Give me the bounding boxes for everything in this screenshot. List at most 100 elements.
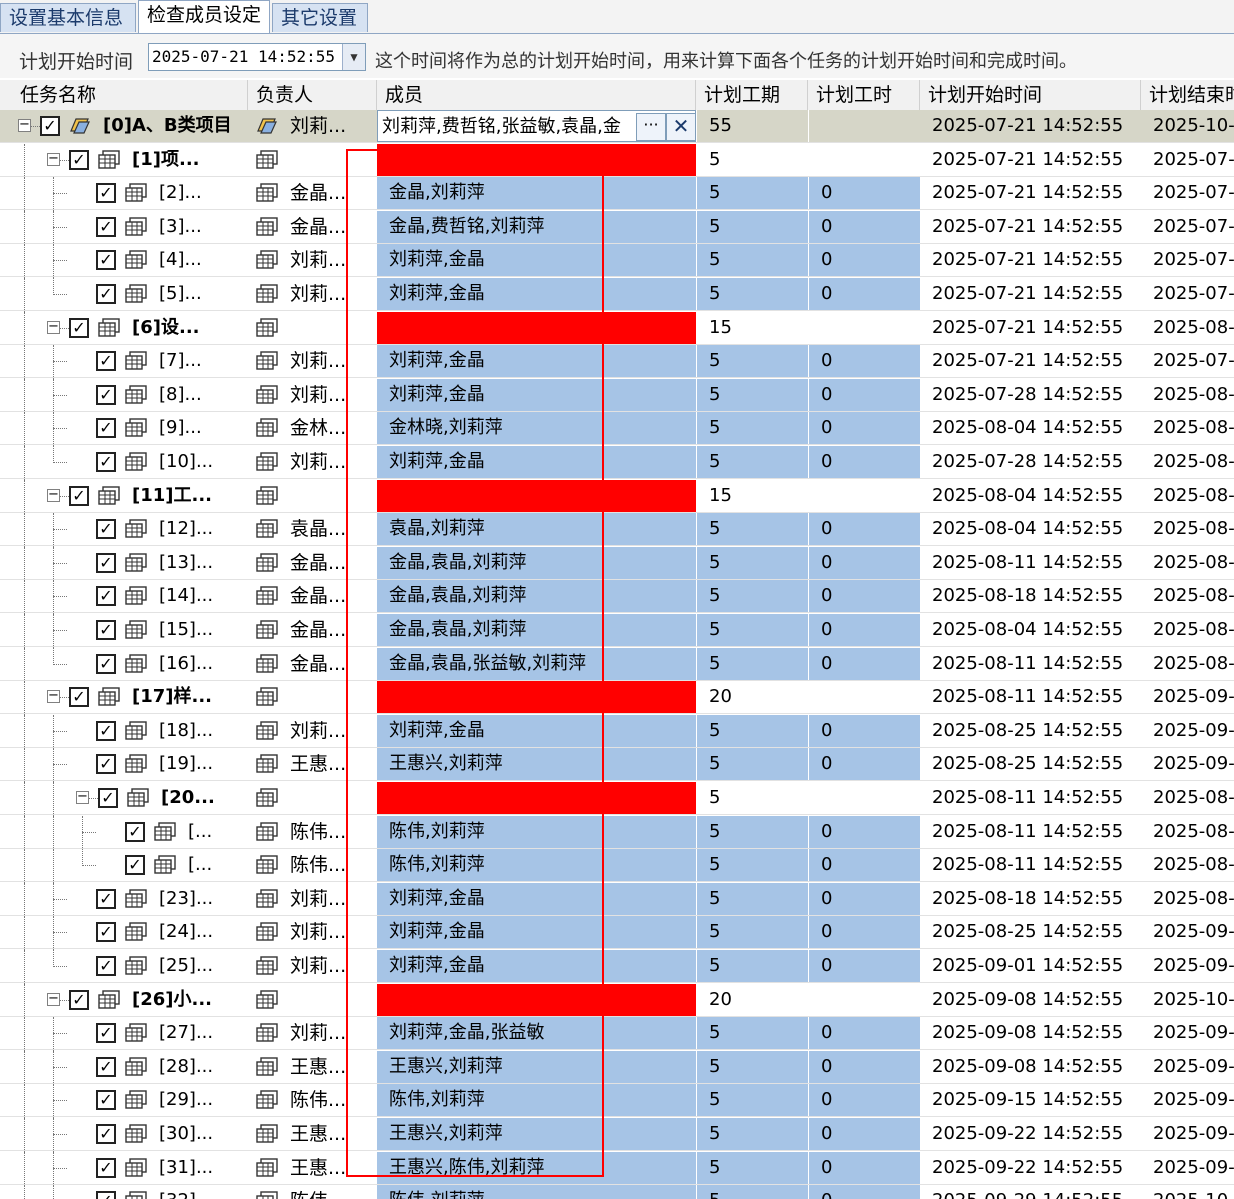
hours-cell[interactable] [808, 144, 920, 176]
hours-cell[interactable] [808, 480, 920, 512]
members-cell[interactable]: 陈伟,刘莉萍 [377, 1185, 696, 1199]
members-cell[interactable]: 刘莉萍,金晶 [377, 883, 696, 915]
duration-cell[interactable]: 5 [696, 244, 808, 276]
hours-cell[interactable]: 0 [808, 211, 920, 243]
duration-cell[interactable]: 5 [696, 1118, 808, 1150]
tab-member-settings[interactable]: 检查成员设定 [138, 0, 270, 34]
duration-cell[interactable]: 5 [696, 345, 808, 377]
hours-cell[interactable]: 0 [808, 547, 920, 579]
task-checkbox[interactable]: ✓ [96, 217, 116, 237]
task-checkbox[interactable]: ✓ [96, 1158, 116, 1178]
members-cell[interactable]: 金晶,袁晶,刘莉萍 [377, 614, 696, 646]
task-row[interactable]: ✓ [29]... 陈伟... 陈伟,刘莉萍 5 0 2025-09-15 14:52:55… [0, 1084, 1234, 1118]
duration-cell[interactable]: 20 [696, 681, 808, 713]
members-cell[interactable] [377, 312, 696, 344]
members-cell[interactable]: 王惠兴,陈伟,刘莉萍 [377, 1152, 696, 1184]
duration-cell[interactable]: 5 [696, 1152, 808, 1184]
hours-cell[interactable]: 0 [808, 816, 920, 848]
duration-cell[interactable]: 15 [696, 480, 808, 512]
members-cell[interactable]: 陈伟,刘莉萍 [377, 849, 696, 881]
duration-cell[interactable]: 5 [696, 849, 808, 881]
task-checkbox[interactable]: ✓ [96, 922, 116, 942]
clear-icon[interactable]: ✕ [666, 113, 696, 141]
hours-cell[interactable]: 0 [808, 345, 920, 377]
hours-cell[interactable] [808, 110, 920, 142]
members-cell[interactable]: 刘莉萍,金晶 [377, 950, 696, 982]
group-row[interactable]: −✓ [20... 5 2025-08-11 14:52:55 2025-08-1 [0, 782, 1234, 816]
task-checkbox[interactable]: ✓ [96, 956, 116, 976]
task-row[interactable]: ✓ [15]... 金晶... 金晶,袁晶,刘莉萍 5 0 2025-08-04 14:52… [0, 614, 1234, 648]
task-checkbox[interactable]: ✓ [96, 1191, 116, 1199]
group-row[interactable]: −✓ [6]设... 15 2025-07-21 14:52:55 2025-08-1 [0, 312, 1234, 346]
task-row[interactable]: ✓ [5]... 刘莉... 刘莉萍,金晶 5 0 2025-07-21 14:52:55 2… [0, 278, 1234, 312]
task-checkbox[interactable]: ✓ [96, 889, 116, 909]
task-checkbox[interactable]: ✓ [96, 1124, 116, 1144]
duration-cell[interactable]: 5 [696, 1084, 808, 1116]
task-row[interactable]: ✓ [27]... 刘莉... 刘莉萍,金晶,张益敏 5 0 2025-09-08 14:5… [0, 1017, 1234, 1051]
members-cell[interactable]: 金晶,袁晶,刘莉萍 [377, 547, 696, 579]
task-row[interactable]: ✓ [... 陈伟... 陈伟,刘莉萍 5 0 2025-08-11 14:52:55 202… [0, 816, 1234, 850]
col-header-start[interactable]: 计划开始时间 [920, 80, 1141, 110]
col-header-hours[interactable]: 计划工时 [808, 80, 920, 110]
task-row[interactable]: ✓ [18]... 刘莉... 刘莉萍,金晶 5 0 2025-08-25 14:52:55… [0, 715, 1234, 749]
task-row[interactable]: ✓ [24]... 刘莉... 刘莉萍,金晶 5 0 2025-08-25 14:52:55… [0, 916, 1234, 950]
task-row[interactable]: ✓ [10]... 刘莉... 刘莉萍,金晶 5 0 2025-07-28 14:52:55… [0, 446, 1234, 480]
hours-cell[interactable] [808, 782, 920, 814]
tab-basic-info[interactable]: 设置基本信息 [0, 3, 136, 32]
duration-cell[interactable]: 5 [696, 782, 808, 814]
hours-cell[interactable]: 0 [808, 648, 920, 680]
dropdown-arrow-icon[interactable]: ▼ [342, 44, 365, 70]
hours-cell[interactable]: 0 [808, 1084, 920, 1116]
task-checkbox[interactable]: ✓ [125, 822, 145, 842]
members-cell[interactable]: 刘莉萍,金晶 [377, 345, 696, 377]
members-cell[interactable] [377, 144, 696, 176]
hours-cell[interactable] [808, 312, 920, 344]
members-cell[interactable]: 刘莉萍,金晶 [377, 446, 696, 478]
task-checkbox[interactable]: ✓ [96, 1090, 116, 1110]
duration-cell[interactable]: 5 [696, 412, 808, 444]
task-row[interactable]: ✓ [9]... 金林... 金林晓,刘莉萍 5 0 2025-08-04 14:52:55… [0, 412, 1234, 446]
hours-cell[interactable]: 0 [808, 1185, 920, 1199]
col-header-owner[interactable]: 负责人 [248, 80, 377, 110]
task-checkbox[interactable]: ✓ [69, 990, 89, 1010]
duration-cell[interactable]: 5 [696, 211, 808, 243]
task-checkbox[interactable]: ✓ [69, 150, 89, 170]
task-row[interactable]: ✓ [31]... 王惠... 王惠兴,陈伟,刘莉萍 5 0 2025-09-22 14:5… [0, 1152, 1234, 1186]
members-cell[interactable] [377, 681, 696, 713]
duration-cell[interactable]: 5 [696, 1051, 808, 1083]
duration-cell[interactable]: 5 [696, 916, 808, 948]
start-time-picker[interactable]: 2025-07-21 14:52:55 ▼ [148, 43, 366, 71]
members-cell[interactable] [377, 984, 696, 1016]
task-checkbox[interactable]: ✓ [96, 452, 116, 472]
members-cell[interactable]: 刘莉萍,金晶 [377, 244, 696, 276]
task-row[interactable]: ✓ [28]... 王惠... 王惠兴,刘莉萍 5 0 2025-09-08 14:52:5… [0, 1051, 1234, 1085]
members-cell[interactable]: 刘莉萍,金晶,张益敏 [377, 1017, 696, 1049]
duration-cell[interactable]: 5 [696, 950, 808, 982]
members-cell[interactable]: 金晶,袁晶,张益敏,刘莉萍 [377, 648, 696, 680]
hours-cell[interactable]: 0 [808, 883, 920, 915]
task-row[interactable]: ✓ [2]... 金晶... 金晶,刘莉萍 5 0 2025-07-21 14:52:55 2… [0, 177, 1234, 211]
task-row[interactable]: ✓ [4]... 刘莉... 刘莉萍,金晶 5 0 2025-07-21 14:52:55 2… [0, 244, 1234, 278]
task-checkbox[interactable]: ✓ [96, 1057, 116, 1077]
task-row[interactable]: ✓ [32]... 陈伟... 陈伟,刘莉萍 502025-09-29 14:52:55… [0, 1185, 1234, 1199]
task-checkbox[interactable]: ✓ [96, 385, 116, 405]
members-cell[interactable]: 陈伟,刘莉萍 [377, 1084, 696, 1116]
duration-cell[interactable]: 5 [696, 144, 808, 176]
task-checkbox[interactable]: ✓ [69, 687, 89, 707]
duration-cell[interactable]: 5 [696, 278, 808, 310]
task-checkbox[interactable]: ✓ [96, 586, 116, 606]
task-checkbox[interactable]: ✓ [69, 318, 89, 338]
duration-cell[interactable]: 55 [696, 110, 808, 142]
duration-cell[interactable]: 5 [696, 748, 808, 780]
collapse-toggle-icon[interactable]: − [47, 488, 60, 502]
hours-cell[interactable]: 0 [808, 379, 920, 411]
hours-cell[interactable]: 0 [808, 950, 920, 982]
members-cell[interactable]: 刘莉萍,金晶 [377, 278, 696, 310]
task-row[interactable]: ✓ [30]... 王惠... 王惠兴,刘莉萍 5 0 2025-09-22 14:52:5… [0, 1118, 1234, 1152]
task-row[interactable]: ✓ [16]... 金晶... 金晶,袁晶,张益敏,刘莉萍 5 0 2025-08-11 1… [0, 648, 1234, 682]
hours-cell[interactable]: 0 [808, 412, 920, 444]
task-row[interactable]: ✓ [3]... 金晶... 金晶,费哲铭,刘莉萍 5 0 2025-07-21 14:52… [0, 211, 1234, 245]
duration-cell[interactable]: 5 [696, 1185, 808, 1199]
task-row[interactable]: ✓ [... 陈伟... 陈伟,刘莉萍 5 0 2025-08-11 14:52:55 202… [0, 849, 1234, 883]
duration-cell[interactable]: 5 [696, 1017, 808, 1049]
